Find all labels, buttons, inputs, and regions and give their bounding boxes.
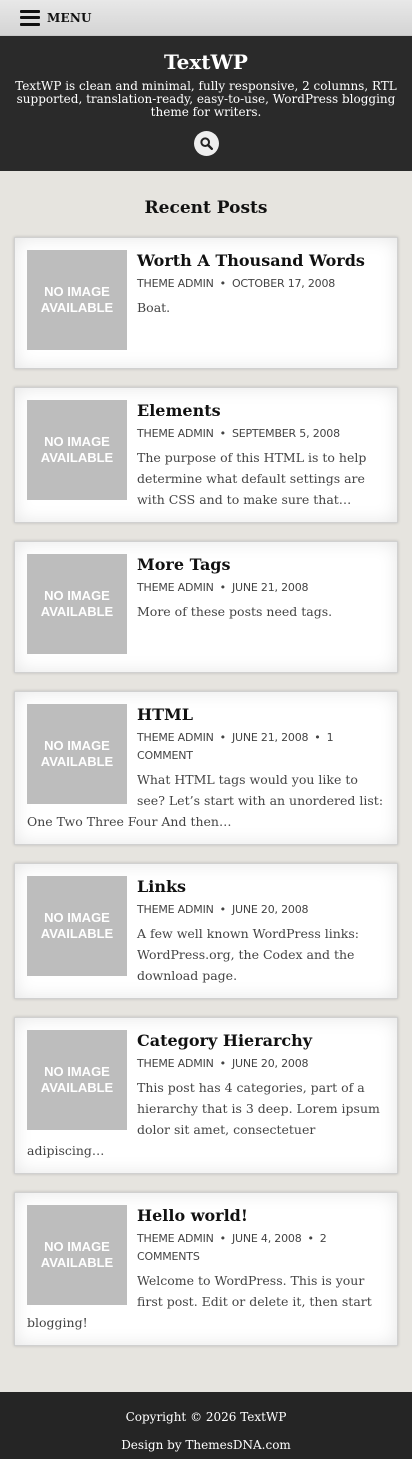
post-thumbnail[interactable]: NO IMAGE AVAILABLE [27, 250, 127, 350]
post-thumbnail[interactable]: NO IMAGE AVAILABLE [27, 1030, 127, 1130]
site-header: TextWP TextWP is clean and minimal, full… [0, 36, 412, 171]
site-description: TextWP is clean and minimal, fully respo… [15, 79, 397, 119]
search-icon [199, 137, 213, 150]
meta-separator: • [219, 731, 227, 744]
post-date[interactable]: OCTOBER 17, 2008 [232, 277, 335, 290]
post-date[interactable]: JUNE 20, 2008 [232, 903, 309, 916]
site-footer: Copyright © 2026 TextWP Design by Themes… [0, 1392, 412, 1459]
post-card: NO IMAGE AVAILABLE HTML THEME ADMIN • JUNE 2… [14, 691, 398, 845]
meta-separator: • [314, 731, 321, 744]
post-thumbnail[interactable]: NO IMAGE AVAILABLE [27, 400, 127, 500]
no-image-label: NO IMAGE AVAILABLE [40, 1239, 114, 1270]
meta-separator: • [219, 277, 227, 290]
no-image-label: NO IMAGE AVAILABLE [40, 738, 114, 769]
post-author[interactable]: THEME ADMIN [137, 1232, 214, 1245]
site-title[interactable]: TextWP [0, 50, 412, 74]
post-author[interactable]: THEME ADMIN [137, 277, 214, 290]
hamburger-icon[interactable] [20, 9, 40, 26]
meta-separator: • [307, 1232, 315, 1245]
no-image-label: NO IMAGE AVAILABLE [40, 588, 114, 619]
menu-button[interactable]: MENU [47, 11, 92, 25]
post-date[interactable]: SEPTEMBER 5, 2008 [232, 427, 340, 440]
post-list: NO IMAGE AVAILABLE Worth A Thousand Words… [14, 237, 398, 1346]
post-card: NO IMAGE AVAILABLE Worth A Thousand Words… [14, 237, 398, 369]
meta-separator: • [219, 1057, 227, 1070]
post-thumbnail[interactable]: NO IMAGE AVAILABLE [27, 554, 127, 654]
search-button[interactable] [193, 131, 219, 156]
post-card: NO IMAGE AVAILABLE Elements THEME ADMIN • SE… [14, 387, 398, 523]
post-author[interactable]: THEME ADMIN [137, 731, 214, 744]
post-thumbnail[interactable]: NO IMAGE AVAILABLE [27, 704, 127, 804]
meta-separator: • [219, 903, 227, 916]
post-date[interactable]: JUNE 20, 2008 [232, 1057, 309, 1070]
post-thumbnail[interactable]: NO IMAGE AVAILABLE [27, 876, 127, 976]
post-card: NO IMAGE AVAILABLE Hello world! THEME ADMI… [14, 1192, 398, 1346]
meta-separator: • [219, 427, 227, 440]
post-thumbnail[interactable]: NO IMAGE AVAILABLE [27, 1205, 127, 1305]
no-image-label: NO IMAGE AVAILABLE [40, 1064, 114, 1095]
main-content: Recent Posts NO IMAGE AVAILABLE Worth A T… [0, 171, 412, 1346]
meta-separator: • [219, 581, 227, 594]
no-image-label: NO IMAGE AVAILABLE [40, 434, 114, 465]
footer-credit[interactable]: Design by ThemesDNA.com [0, 1431, 412, 1459]
section-title: Recent Posts [144, 198, 268, 218]
no-image-label: NO IMAGE AVAILABLE [40, 910, 114, 941]
post-author[interactable]: THEME ADMIN [137, 1057, 214, 1070]
menu-bar: MENU [0, 0, 412, 36]
meta-separator: • [219, 1232, 227, 1245]
post-date[interactable]: JUNE 21, 2008 [232, 731, 309, 744]
post-card: NO IMAGE AVAILABLE Category Hierarchy THEM… [14, 1017, 398, 1174]
post-date[interactable]: JUNE 4, 2008 [232, 1232, 302, 1245]
post-date[interactable]: JUNE 21, 2008 [232, 581, 309, 594]
no-image-label: NO IMAGE AVAILABLE [40, 284, 114, 315]
post-author[interactable]: THEME ADMIN [137, 581, 214, 594]
post-card: NO IMAGE AVAILABLE More Tags THEME ADMIN • J… [14, 541, 398, 673]
post-card: NO IMAGE AVAILABLE Links THEME ADMIN • JUNE … [14, 863, 398, 999]
post-author[interactable]: THEME ADMIN [137, 427, 214, 440]
post-author[interactable]: THEME ADMIN [137, 903, 214, 916]
